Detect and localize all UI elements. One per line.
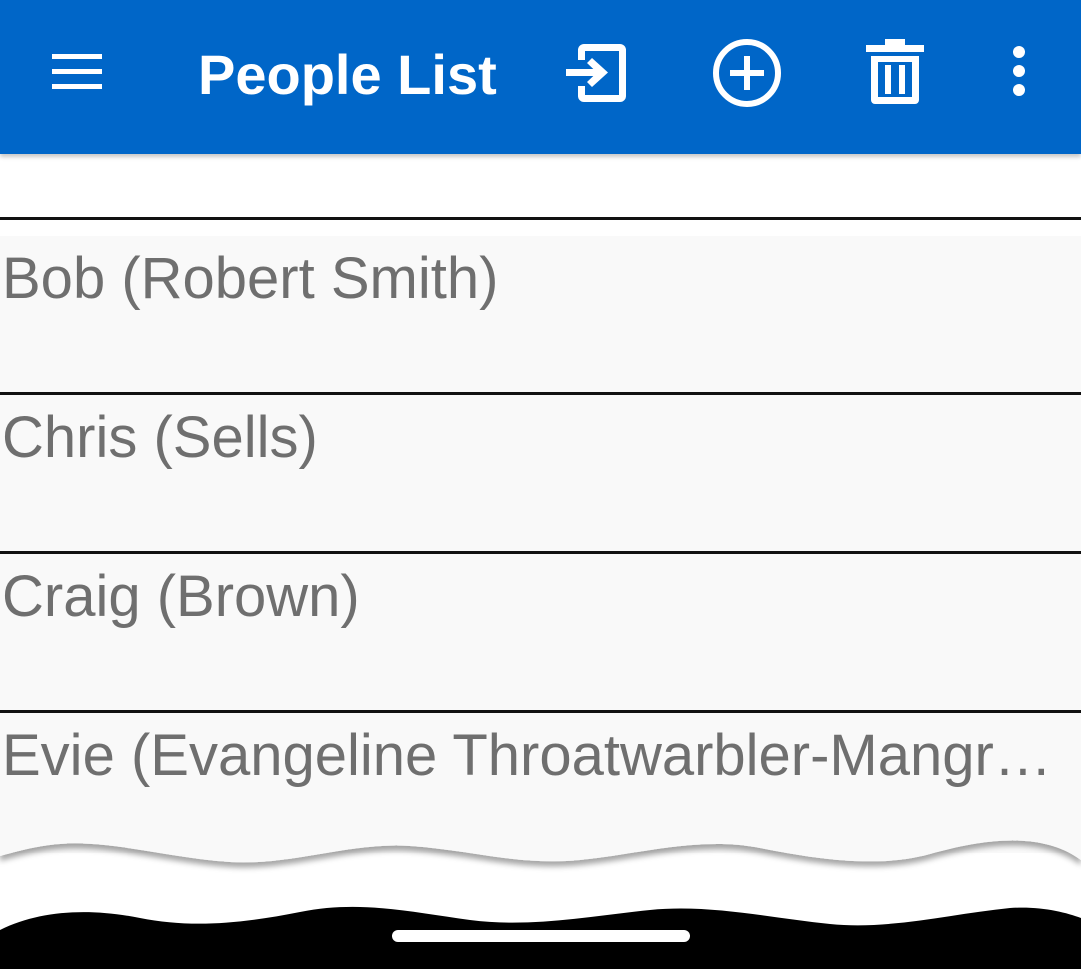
app-screen: People List Bob (Robert Smith) Chris (Se…: [0, 0, 1081, 969]
list-divider: [0, 217, 1081, 220]
list-item-label: Evie (Evangeline Throatwarbler-Mangrove): [2, 723, 1073, 788]
list-item-craig[interactable]: Craig (Brown): [0, 554, 1081, 710]
list-item-label: Chris (Sells): [2, 405, 318, 470]
login-icon[interactable]: [562, 40, 632, 106]
delete-icon[interactable]: [862, 36, 928, 106]
list-item-chris[interactable]: Chris (Sells): [0, 395, 1081, 551]
list-item-label: Craig (Brown): [2, 564, 360, 629]
home-indicator[interactable]: [392, 930, 690, 942]
list-item-bob[interactable]: Bob (Robert Smith): [0, 236, 1081, 393]
torn-edge: [0, 820, 1081, 969]
add-circle-icon[interactable]: [710, 38, 784, 108]
page-title: People List: [198, 43, 497, 106]
more-vert-icon[interactable]: [996, 42, 1042, 102]
app-bar: People List: [0, 0, 1081, 154]
people-list: Bob (Robert Smith) Chris (Sells) Craig (…: [0, 154, 1081, 853]
menu-icon[interactable]: [46, 44, 108, 98]
list-item-label: Bob (Robert Smith): [2, 246, 499, 311]
